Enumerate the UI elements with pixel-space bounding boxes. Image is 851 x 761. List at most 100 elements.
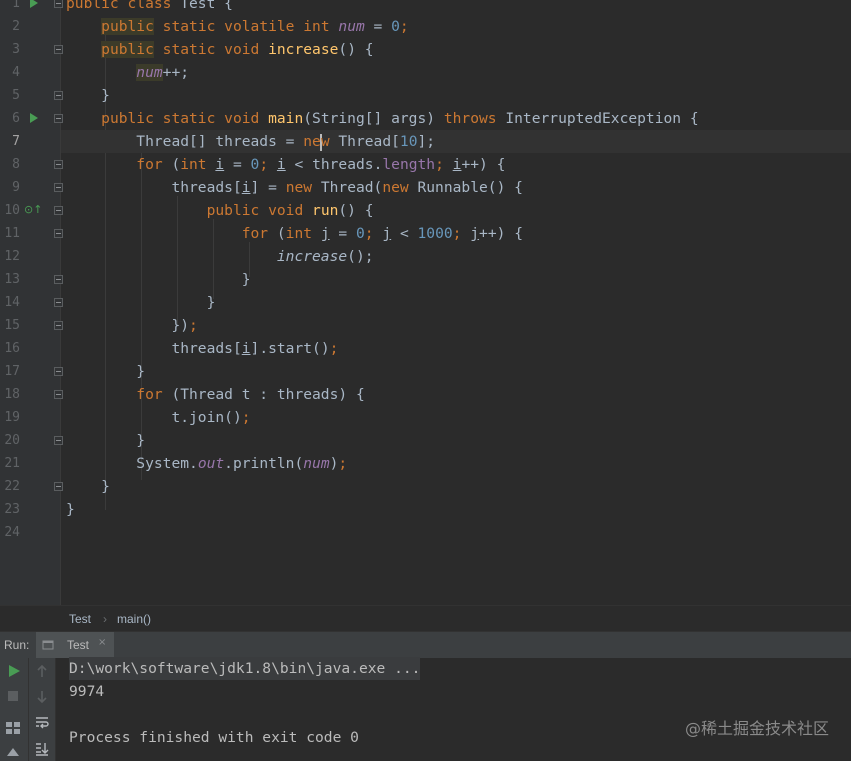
code-line[interactable]: 18 for (Thread t : threads) { <box>0 383 851 406</box>
number-literal: 10 <box>399 133 418 150</box>
code-text: } <box>241 271 251 288</box>
code-line[interactable]: 2 public static volatile int num = 0; <box>0 15 851 38</box>
implements-method-icon[interactable]: ⊙↑ <box>24 204 42 216</box>
fold-icon[interactable] <box>54 367 63 376</box>
code-line[interactable]: 21 System.out.println(num); <box>0 452 851 475</box>
keyword: public <box>101 41 154 58</box>
soft-wrap-icon[interactable] <box>35 716 49 730</box>
code-text: = <box>224 156 251 173</box>
fold-icon[interactable] <box>54 275 63 284</box>
fold-icon[interactable] <box>54 45 63 54</box>
fold-icon[interactable] <box>54 114 63 123</box>
run-main-icon[interactable] <box>30 113 38 123</box>
line-number: 7 <box>12 134 20 149</box>
code-text: < <box>391 225 418 242</box>
fold-icon[interactable] <box>54 91 63 100</box>
run-console[interactable]: D:\work\software\jdk1.8\bin\java.exe ...… <box>56 657 851 761</box>
fold-icon[interactable] <box>54 0 63 8</box>
stop-icon[interactable] <box>7 690 19 702</box>
fold-icon[interactable] <box>54 160 63 169</box>
code-line[interactable]: 14 } <box>0 291 851 314</box>
pin-icon[interactable] <box>6 746 20 758</box>
semicolon: ; <box>329 340 339 357</box>
code-text: () { <box>338 41 374 58</box>
code-text: } <box>136 363 146 380</box>
fold-icon[interactable] <box>54 206 63 215</box>
fold-icon[interactable] <box>54 229 63 238</box>
line-number: 20 <box>4 433 20 448</box>
code-text: threads[ <box>171 340 242 357</box>
code-text: ( <box>268 225 286 242</box>
line-number: 11 <box>4 226 20 241</box>
run-label: Run: <box>4 638 30 652</box>
line-number: 14 <box>4 295 20 310</box>
code-line[interactable]: 10 ⊙↑ public void run() { <box>0 199 851 222</box>
line-number: 4 <box>12 65 20 80</box>
keyword: for <box>241 225 269 242</box>
fold-icon[interactable] <box>54 298 63 307</box>
console-output: 9974 <box>69 683 105 700</box>
field-name: out <box>197 455 225 472</box>
fold-icon[interactable] <box>54 482 63 491</box>
line-number: 22 <box>4 479 20 494</box>
line-number: 18 <box>4 387 20 402</box>
code-line[interactable]: 11 for (int j = 0; j < 1000; j++) { <box>0 222 851 245</box>
code-line[interactable]: 8 for (int i = 0; i < threads.length; i+… <box>0 153 851 176</box>
code-line[interactable]: 3 public static void increase() { <box>0 38 851 61</box>
line-number: 8 <box>12 157 20 172</box>
fold-icon[interactable] <box>54 390 63 399</box>
code-line[interactable]: 23 } <box>0 498 851 521</box>
method-call: increase <box>276 248 348 265</box>
fold-icon[interactable] <box>54 183 63 192</box>
code-line[interactable]: 24 <box>0 521 851 544</box>
scroll-to-end-icon[interactable] <box>35 742 49 756</box>
run-class-icon[interactable] <box>30 0 38 8</box>
code-line[interactable]: 20 } <box>0 429 851 452</box>
breadcrumb-class[interactable]: Test <box>69 612 91 626</box>
run-tab-title: Test <box>67 638 90 652</box>
code-line[interactable]: 5 } <box>0 84 851 107</box>
code-text: = <box>364 18 392 35</box>
code-text: (String[] args) <box>303 110 444 127</box>
code-editor[interactable]: 1 public class Test { 2 public static vo… <box>0 0 851 605</box>
code-text: Thread[] threads = <box>136 133 304 150</box>
code-text: (Thread t : threads) { <box>162 386 365 403</box>
variable: i <box>241 179 251 196</box>
close-tab-icon[interactable]: × <box>98 637 106 648</box>
keyword: static void <box>162 41 269 58</box>
keyword: for <box>136 386 163 403</box>
variable: j <box>382 225 392 242</box>
run-tab-test[interactable]: Test × <box>36 632 114 658</box>
code-line-current[interactable]: 7 Thread[] threads = new Thread[10]; <box>0 130 851 153</box>
code-line[interactable]: 4 num++; <box>0 61 851 84</box>
fold-icon[interactable] <box>54 321 63 330</box>
code-line[interactable]: 13 } <box>0 268 851 291</box>
line-number: 6 <box>12 111 20 126</box>
code-line[interactable]: 15 }); <box>0 314 851 337</box>
code-line[interactable]: 17 } <box>0 360 851 383</box>
breadcrumb-method[interactable]: main() <box>117 612 151 626</box>
code-line[interactable]: 1 public class Test { <box>0 0 851 15</box>
line-number: 9 <box>12 180 20 195</box>
code-line[interactable]: 9 threads[i] = new Thread(new Runnable()… <box>0 176 851 199</box>
semicolon: ; <box>241 409 251 426</box>
variable: i <box>215 156 225 173</box>
code-line[interactable]: 16 threads[i].start(); <box>0 337 851 360</box>
rerun-icon[interactable] <box>7 664 21 678</box>
code-text: ( <box>162 156 181 173</box>
line-number: 15 <box>4 318 20 333</box>
fold-icon[interactable] <box>54 436 63 445</box>
code-line[interactable]: 6 public static void main(String[] args)… <box>0 107 851 130</box>
keyword: throws <box>443 110 497 127</box>
code-line[interactable]: 22 } <box>0 475 851 498</box>
line-number: 12 <box>4 249 20 264</box>
line-number: 16 <box>4 341 20 356</box>
field-name: num <box>136 64 163 81</box>
code-line[interactable]: 19 t.join(); <box>0 406 851 429</box>
down-arrow-icon[interactable] <box>35 690 49 704</box>
console-command-line[interactable]: D:\work\software\jdk1.8\bin\java.exe ... <box>69 657 421 680</box>
code-text: = <box>329 225 356 242</box>
code-line[interactable]: 12 increase(); <box>0 245 851 268</box>
up-arrow-icon[interactable] <box>35 664 49 678</box>
layout-icon[interactable] <box>6 722 20 734</box>
